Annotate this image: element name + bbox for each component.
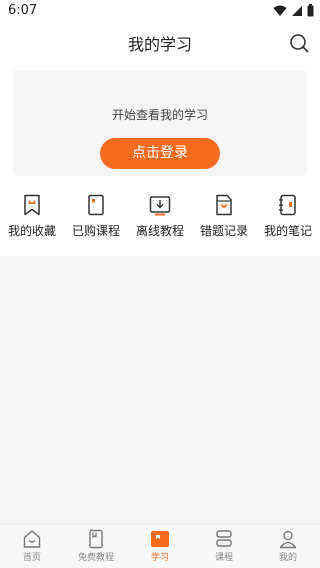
shortcut-offline-tutorials[interactable]: 离线教程 — [128, 194, 192, 242]
battery-icon — [307, 4, 314, 17]
course-icon — [216, 530, 232, 547]
status-time: 6:07 — [8, 3, 38, 18]
download-icon — [149, 196, 171, 216]
tab-label: 学习 — [150, 553, 169, 563]
signal-icon — [292, 5, 302, 16]
login-prompt: 开始查看我的学习 — [111, 108, 208, 122]
page-title: 我的学习 — [127, 35, 192, 54]
shortcut-row: 我的收藏 已购课程 离线教程 错题记录 我的笔记 — [0, 194, 320, 242]
status-icons — [273, 4, 314, 17]
tab-label: 我的 — [278, 553, 297, 563]
search-icon — [290, 34, 309, 53]
shortcut-label: 我的收藏 — [7, 224, 56, 238]
shortcut-label: 离线教程 — [135, 224, 184, 238]
search-button[interactable] — [288, 32, 310, 54]
tab-label: 首页 — [22, 553, 41, 563]
bookmark-icon — [24, 194, 40, 216]
tab-courses[interactable]: 课程 — [192, 529, 256, 567]
profile-icon — [279, 530, 297, 549]
purchased-course-icon — [88, 194, 104, 216]
wrong-answers-icon — [216, 194, 232, 216]
home-icon — [23, 530, 41, 548]
login-button[interactable]: 点击登录 — [100, 138, 220, 169]
study-icon — [151, 531, 169, 547]
wifi-icon — [273, 5, 287, 16]
notebook-icon — [279, 194, 296, 216]
tab-label: 免费教程 — [77, 553, 114, 563]
shortcut-label: 已购课程 — [71, 224, 120, 238]
tab-study[interactable]: 学习 — [128, 529, 192, 567]
tab-label: 课程 — [214, 553, 233, 563]
shortcut-purchased-courses[interactable]: 已购课程 — [64, 194, 128, 242]
shortcut-favorites[interactable]: 我的收藏 — [0, 194, 64, 242]
shortcut-label: 错题记录 — [199, 224, 248, 238]
login-card: 开始查看我的学习 点击登录 — [13, 70, 307, 176]
bottom-tab-bar: 首页 免费教程 学习 课程 我的 — [0, 524, 320, 568]
status-bar: 6:07 — [0, 0, 320, 24]
shortcut-my-notes[interactable]: 我的笔记 — [256, 194, 320, 242]
study-top-section: 开始查看我的学习 点击登录 我的收藏 已购课程 离线教程 错题记录 我的笔记 — [0, 60, 320, 256]
book-icon — [89, 529, 103, 549]
shortcut-label: 我的笔记 — [263, 224, 312, 238]
tab-profile[interactable]: 我的 — [256, 529, 320, 567]
tab-free-tutorials[interactable]: 免费教程 — [64, 529, 128, 567]
header: 我的学习 — [0, 24, 320, 60]
shortcut-wrong-answers[interactable]: 错题记录 — [192, 194, 256, 242]
tab-home[interactable]: 首页 — [0, 529, 64, 567]
